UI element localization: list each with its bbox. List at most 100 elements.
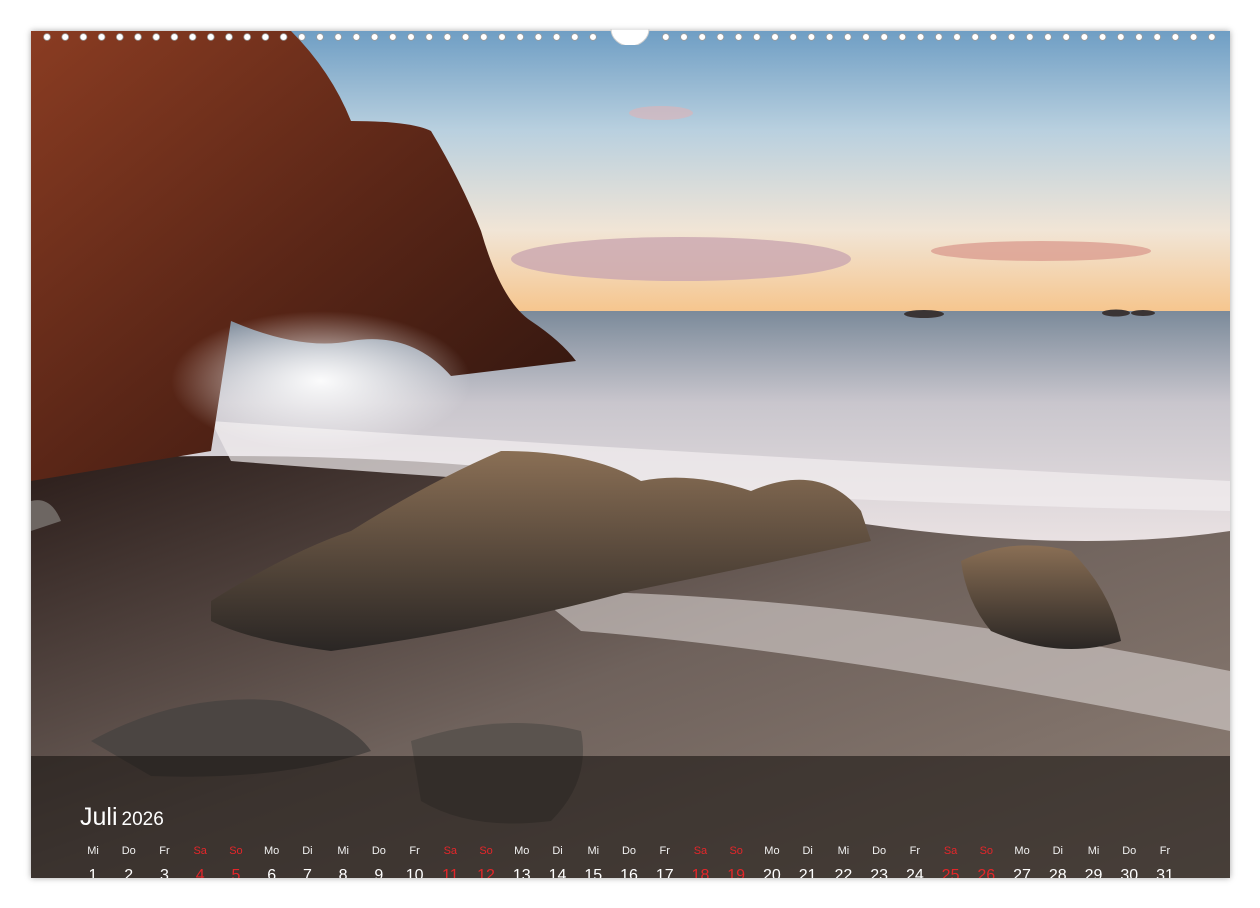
binding-hole — [43, 33, 51, 41]
weekday-label: Sa — [443, 845, 458, 857]
binding-hole — [243, 33, 252, 41]
binding-hole — [316, 33, 324, 41]
binding-hole — [825, 33, 834, 41]
weekday-label: Mo — [764, 845, 780, 857]
weekday-label: Sa — [693, 845, 708, 857]
binding-hole — [1117, 33, 1125, 41]
weekday-label: So — [729, 845, 743, 857]
binding-hole — [934, 33, 943, 41]
weekday-label: Fr — [409, 845, 420, 857]
weekday-label: Mo — [264, 845, 280, 857]
binding-hole — [1189, 33, 1198, 41]
day-number: 15 — [584, 867, 603, 878]
binding-hole — [334, 33, 343, 41]
weekday-label: So — [229, 845, 243, 857]
weekday-label: Mi — [1087, 845, 1100, 857]
binding-hole — [1062, 33, 1070, 41]
binding-hole — [953, 33, 961, 41]
binding-hole — [698, 33, 706, 41]
day-number: 25 — [941, 867, 960, 878]
binding-hole — [880, 33, 888, 41]
day-number: 7 — [302, 867, 312, 878]
binding-hole — [589, 33, 597, 41]
binding-hole — [207, 33, 215, 41]
weekday-label: Sa — [193, 845, 207, 857]
binding-hole — [297, 33, 306, 41]
binding-hole — [79, 33, 88, 41]
weekday-label: Mi — [87, 845, 99, 857]
binding-hole — [807, 33, 816, 41]
day-number: 4 — [195, 867, 205, 878]
month-year: 2026 — [121, 809, 164, 830]
weekday-label: Sa — [943, 845, 958, 857]
binding-hole — [116, 33, 124, 41]
binding-hole — [534, 33, 543, 41]
weekday-label: Mi — [837, 845, 850, 857]
weekday-label: Di — [1052, 845, 1063, 857]
day-number: 28 — [1048, 867, 1067, 878]
binding-hole — [407, 33, 415, 41]
binding-hole — [170, 33, 179, 41]
calendar-page: Juli 2026 Mi 1 Do 2 Fr 3 Sa 4 So 5 Mo 6 Di 7 Mi 8 Do 9 Fr 10… — [31, 31, 1230, 878]
weekday-label: Mi — [587, 845, 600, 857]
binding-hole — [61, 33, 70, 41]
binding-hole — [752, 33, 761, 41]
binding-hole — [279, 33, 288, 41]
day-number: 30 — [1120, 867, 1139, 878]
weekday-label: Mo — [514, 845, 530, 857]
weekday-label: Do — [121, 845, 136, 857]
binding-hole — [971, 33, 979, 41]
binding-hole — [152, 33, 160, 41]
binding-hole — [461, 33, 470, 41]
binding-hole — [916, 33, 925, 41]
binding-hole — [789, 33, 797, 41]
binding-hole — [352, 33, 361, 41]
weekday-label: Di — [552, 845, 563, 857]
binding-hole — [225, 33, 233, 41]
weekday-label: So — [479, 845, 493, 857]
month-calendar-bar: Juli 2026 Mi 1 Do 2 Fr 3 Sa 4 So 5 Mo 6 Di 7 Mi 8 Do 9 Fr 10… — [31, 756, 1230, 878]
binding-hole — [989, 33, 998, 41]
day-number: 13 — [512, 867, 531, 878]
weekday-label: Do — [1122, 845, 1137, 857]
binding-hole — [498, 33, 506, 41]
binding-hole — [425, 33, 434, 41]
weekday-label: Do — [621, 845, 637, 857]
binding-hole — [134, 33, 142, 41]
day-number: 9 — [374, 867, 384, 878]
weekday-label: Fr — [659, 845, 670, 857]
binding-hole — [1208, 33, 1216, 41]
day-number: 10 — [405, 867, 424, 878]
weekday-label: Di — [802, 845, 813, 857]
day-number: 22 — [834, 867, 853, 878]
day-number: 20 — [763, 867, 781, 878]
binding-hole — [188, 33, 197, 41]
binding-hole — [716, 33, 725, 41]
day-number: 26 — [977, 867, 996, 878]
day-number: 18 — [691, 867, 710, 878]
weekday-label: Fr — [909, 845, 921, 857]
day-number: 5 — [231, 867, 241, 878]
day-number: 2 — [124, 867, 134, 878]
binding-hole — [479, 33, 488, 41]
binding-hole — [570, 33, 579, 41]
binding-hole — [1044, 33, 1052, 41]
binding-hole — [1171, 33, 1180, 41]
binding-hole — [552, 33, 561, 41]
weekday-label: So — [979, 845, 994, 857]
binding-hole — [661, 33, 670, 41]
hanger-notch — [610, 29, 650, 45]
day-number: 16 — [620, 867, 638, 878]
binding-hole — [862, 33, 870, 41]
day-number: 29 — [1084, 867, 1103, 878]
day-number: 3 — [160, 867, 169, 878]
month-name: Juli — [80, 803, 118, 831]
day-number: 17 — [655, 867, 674, 878]
binding-hole — [1007, 33, 1016, 41]
month-title: Juli 2026 — [80, 803, 164, 832]
day-number: 27 — [1013, 867, 1031, 878]
day-number: 19 — [727, 867, 746, 878]
binding-hole — [97, 33, 106, 41]
binding-hole — [1080, 33, 1089, 41]
binding-hole — [734, 33, 743, 41]
